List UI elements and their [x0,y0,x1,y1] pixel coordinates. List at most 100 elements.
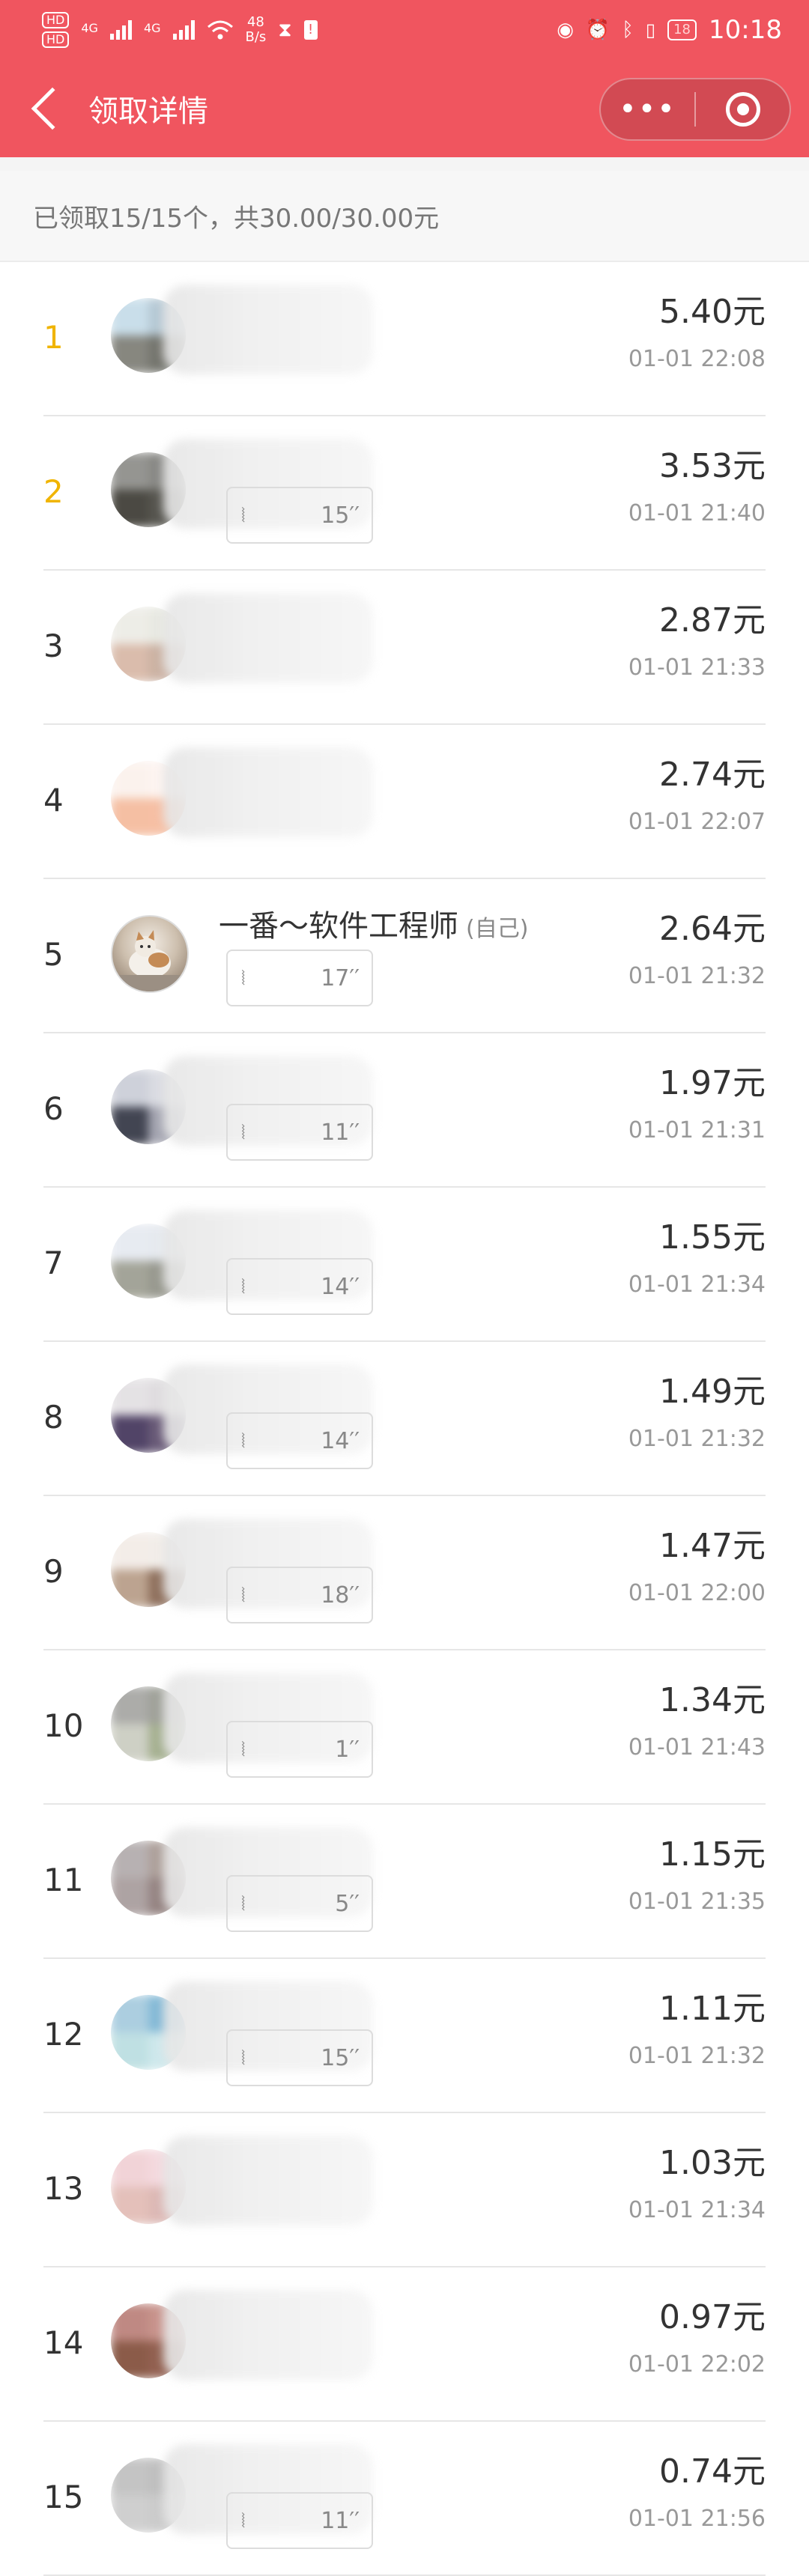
rank-number: 9 [43,1553,64,1590]
receive-time: 01-01 21:34 [628,2197,766,2223]
amount: 1.03元 [659,2144,766,2182]
rank-number: 7 [43,1245,64,1281]
voice-wave-icon: ⦚ [241,967,246,990]
speed-value: 48 [246,14,264,30]
voice-message-button[interactable]: ⦚ 15′′ [226,487,373,544]
header-gap [0,157,809,171]
amount: 1.15元 [659,1835,766,1874]
voice-message-button[interactable]: ⦚ 15′′ [226,2029,373,2086]
voice-wave-icon: ⦚ [241,1122,246,1144]
signal-icon [109,20,132,40]
amount: 2.64元 [659,910,766,948]
voice-message-button[interactable]: ⦚ 11′′ [226,1104,373,1161]
voice-duration: 5′′ [335,1890,360,1917]
blurred-name [163,747,373,837]
voice-duration: 15′′ [321,2044,360,2071]
voice-duration: 1′′ [335,1736,360,1763]
receive-time: 01-01 21:31 [628,1117,766,1143]
record-row: 15 ⦚ 11′′ 0.74元 01-01 21:56 [43,2422,766,2576]
network-speed: 48 B/s [246,15,267,45]
back-arrow-icon[interactable] [31,87,74,130]
record-row: 9 ⦚ 18′′ 1.47元 01-01 22:00 [43,1496,766,1650]
rank-number: 15 [43,2479,84,2515]
bluetooth-icon: ᛒ [622,19,634,41]
amount: 1.34元 [659,1681,766,1719]
page-title: 领取详情 [88,94,208,129]
rank-number: 6 [43,1090,64,1127]
network-label: 4G [81,21,98,35]
receive-time: 01-01 21:32 [628,1426,766,1452]
more-button[interactable]: ••• [601,94,694,124]
record-row: 10 ⦚ 1′′ 1.34元 01-01 21:43 [43,1650,766,1805]
voice-message-button[interactable]: ⦚ 14′′ [226,1258,373,1315]
voice-wave-icon: ⦚ [241,1430,246,1453]
avatar[interactable] [111,915,189,993]
nav-bar: 领取详情 ••• [0,60,809,157]
record-row: 13 1.03元 01-01 21:34 [43,2113,766,2267]
receive-time: 01-01 22:00 [628,1580,766,1606]
status-left: HD HD 4G 4G 48 B/s ⧗ ! [42,12,318,48]
eye-icon: ◉ [557,19,574,41]
voice-wave-icon: ⦚ [241,1585,246,1607]
rank-number: 2 [43,473,64,510]
status-right: ◉ ⏰ ᛒ ▯ 18 10:18 [557,15,782,45]
voice-message-button[interactable]: ⦚ 1′′ [226,1721,373,1778]
record-row: 2 ⦚ 15′′ 3.53元 01-01 21:40 [43,416,766,571]
voice-duration: 17′′ [321,965,360,991]
amount: 2.87元 [659,601,766,640]
rank-number: 4 [43,782,64,818]
alert-icon: ! [303,20,318,40]
record-row: 6 ⦚ 11′′ 1.97元 01-01 21:31 [43,1033,766,1188]
receive-time: 01-01 21:40 [628,500,766,526]
voice-wave-icon: ⦚ [241,2510,246,2533]
amount: 5.40元 [659,293,766,331]
receive-time: 01-01 22:08 [628,346,766,372]
voice-wave-icon: ⦚ [241,1893,246,1916]
record-row: 5 一番～软件工程师 (自己) ⦚ 17′′ 2.64元 01-01 21:32 [43,879,766,1033]
hd-badge: HD [42,12,70,28]
record-row: 14 0.97元 01-01 22:02 [43,2267,766,2422]
receive-time: 01-01 21:32 [628,2043,766,2069]
amount: 0.97元 [659,2298,766,2336]
cat-photo-icon [112,930,187,991]
voice-duration: 11′′ [321,1119,360,1146]
voice-duration: 18′′ [321,1582,360,1609]
voice-message-button[interactable]: ⦚ 11′′ [226,2492,373,2549]
close-circle-icon [725,92,760,127]
rank-number: 8 [43,1399,64,1436]
record-row: 11 ⦚ 5′′ 1.15元 01-01 21:35 [43,1805,766,1959]
clock: 10:18 [709,15,782,45]
amount: 1.47元 [659,1527,766,1565]
voice-wave-icon: ⦚ [241,1276,246,1298]
user-name-text: 一番～软件工程师 [219,909,458,944]
close-button[interactable] [696,92,790,127]
voice-message-button[interactable]: ⦚ 17′′ [226,950,373,1006]
signal-icon [172,20,195,40]
voice-wave-icon: ⦚ [241,2047,246,2070]
receive-time: 01-01 22:02 [628,2351,766,2378]
receive-time: 01-01 21:33 [628,654,766,681]
receive-time: 01-01 21:56 [628,2506,766,2532]
rank-number: 3 [43,628,64,664]
receive-time: 01-01 21:34 [628,1272,766,1298]
rank-number: 5 [43,936,64,973]
receive-time: 01-01 22:07 [628,809,766,835]
amount: 1.11元 [659,1990,766,2028]
hd-badge: HD [42,31,70,48]
speed-unit: B/s [245,29,267,45]
rank-number: 12 [43,2016,84,2053]
voice-message-button[interactable]: ⦚ 14′′ [226,1412,373,1469]
voice-message-button[interactable]: ⦚ 5′′ [226,1875,373,1932]
voice-duration: 15′′ [321,502,360,529]
user-name: 一番～软件工程师 (自己) [219,902,528,945]
amount: 1.97元 [659,1064,766,1102]
record-row: 8 ⦚ 14′′ 1.49元 01-01 21:32 [43,1342,766,1496]
amount: 0.74元 [659,2452,766,2491]
record-row: 12 ⦚ 15′′ 1.11元 01-01 21:32 [43,1959,766,2113]
miniprogram-capsule: ••• [599,78,791,141]
network-label: 4G [143,21,161,35]
record-list: 1 5.40元 01-01 22:08 2 ⦚ 15′′ 3.53元 01-01 21:40 3… [0,262,809,2576]
rank-number: 1 [43,319,64,356]
hourglass-icon: ⧗ [278,18,292,41]
voice-message-button[interactable]: ⦚ 18′′ [226,1567,373,1623]
